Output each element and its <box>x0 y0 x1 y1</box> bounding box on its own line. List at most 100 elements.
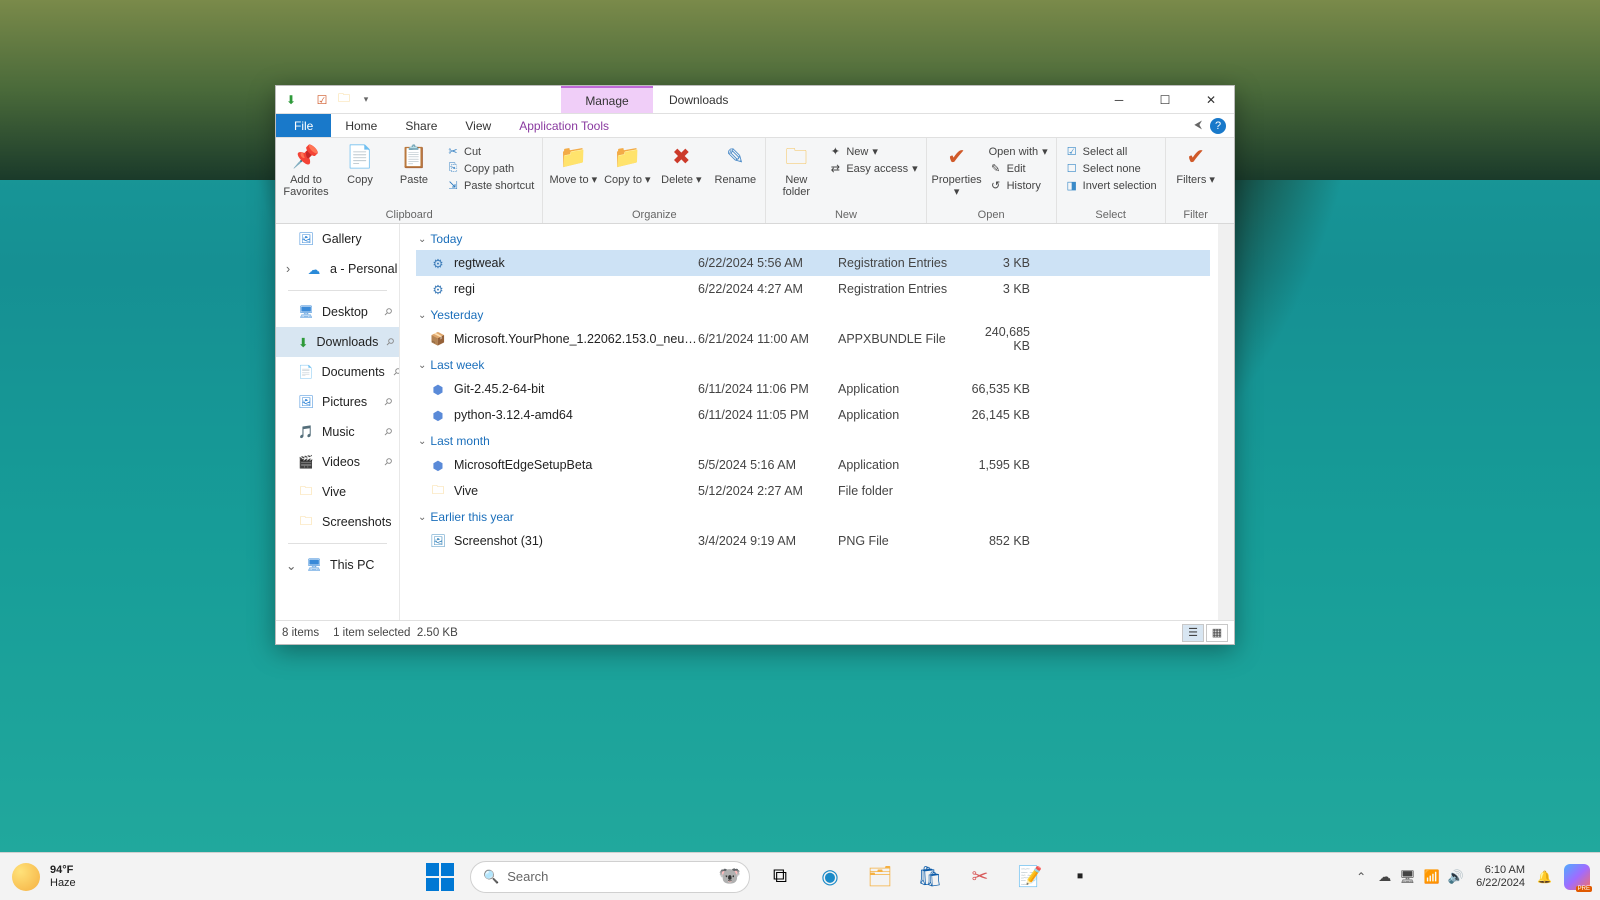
taskbar-app-notepad[interactable]: 📝 <box>1010 857 1050 897</box>
taskbar-clock[interactable]: 6:10 AM 6/22/2024 <box>1476 864 1525 889</box>
file-row[interactable]: ⚙regtweak6/22/2024 5:56 AMRegistration E… <box>416 250 1210 276</box>
cut-button[interactable]: ✂Cut <box>444 144 536 159</box>
minimize-button[interactable]: ─ <box>1096 86 1142 113</box>
taskbar-app-terminal[interactable]: ▪ <box>1060 857 1100 897</box>
onedrive-tray-icon[interactable]: ☁ <box>1378 869 1391 885</box>
paste-shortcut-button[interactable]: ⇲Paste shortcut <box>444 178 536 193</box>
taskbar-app-edge[interactable]: ◉ <box>810 857 850 897</box>
file-size: 3 KB <box>968 256 1038 270</box>
properties-button[interactable]: ✔Properties ▾ <box>933 142 981 198</box>
file-group-header[interactable]: ⌄Today <box>416 226 1210 250</box>
thumbnails-view-button[interactable]: ▦ <box>1206 624 1228 642</box>
sidebar-item-videos[interactable]: 🎬Videos⚲ <box>276 447 399 477</box>
weather-temp: 94°F <box>50 864 76 877</box>
search-box[interactable]: 🔍 Search 🐨 <box>470 861 750 893</box>
file-row[interactable]: 📦 Microsoft.YourPhone_1.22062.153.0_neutr… <box>416 326 1210 352</box>
file-list[interactable]: ⌄Today⚙regtweak6/22/2024 5:56 AMRegistra… <box>400 224 1218 620</box>
delete-icon: ✖ <box>666 142 696 172</box>
context-tab-manage[interactable]: Manage <box>561 86 653 113</box>
taskbar-app-snip[interactable]: ✂ <box>960 857 1000 897</box>
sidebar-item-vive[interactable]: 🗀Vive <box>276 477 399 507</box>
wifi-tray-icon[interactable]: 📶 <box>1424 869 1440 885</box>
details-view-button[interactable]: ☰ <box>1182 624 1204 642</box>
copy-button[interactable]: 📄 Copy <box>336 142 384 186</box>
copilot-button[interactable] <box>1564 864 1590 890</box>
file-group-header[interactable]: ⌄Last month <box>416 428 1210 452</box>
file-row[interactable]: 🖼Screenshot (31)3/4/2024 9:19 AMPNG File… <box>416 528 1210 554</box>
maximize-button[interactable]: ☐ <box>1142 86 1188 113</box>
tab-application-tools[interactable]: Application Tools <box>505 114 623 137</box>
properties-icon[interactable]: ☑ <box>313 91 331 109</box>
new-item-button[interactable]: ✦New ▾ <box>826 144 919 159</box>
close-button[interactable]: ✕ <box>1188 86 1234 113</box>
sidebar-item-this-pc[interactable]: ⌄🖥This PC <box>276 550 399 580</box>
file-row[interactable]: 🗀Vive5/12/2024 2:27 AMFile folder <box>416 478 1210 504</box>
copy-path-button[interactable]: ⎘Copy path <box>444 161 536 176</box>
qat-dropdown-icon[interactable]: ▾ <box>357 91 375 109</box>
tab-view[interactable]: View <box>451 114 505 137</box>
sidebar-item-screenshots[interactable]: 🗀Screenshots <box>276 507 399 537</box>
scrollbar[interactable] <box>1218 224 1234 620</box>
file-type: APPXBUNDLE File <box>838 332 968 346</box>
tab-file[interactable]: File <box>276 114 331 137</box>
rename-button[interactable]: ✎Rename <box>711 142 759 186</box>
pin-to-favorites-button[interactable]: 📌 Add to Favorites <box>282 142 330 198</box>
sidebar-item-gallery[interactable]: 🖼Gallery <box>276 224 399 254</box>
sidebar-item-pictures[interactable]: 🖼Pictures⚲ <box>276 387 399 417</box>
file-name: regtweak <box>454 256 698 270</box>
folder-icon[interactable]: 🗀 <box>335 91 353 109</box>
taskbar-widgets[interactable]: 94°F Haze <box>0 863 200 891</box>
file-group-header[interactable]: ⌄Yesterday <box>416 302 1210 326</box>
volume-tray-icon[interactable]: 🔊 <box>1448 869 1464 885</box>
taskbar-app-store[interactable]: 🛍 <box>910 857 950 897</box>
filters-button[interactable]: ✔Filters ▾ <box>1172 142 1220 186</box>
battery-tray-icon[interactable]: 🖥 <box>1399 869 1416 885</box>
select-none-button[interactable]: ☐Select none <box>1063 161 1159 176</box>
move-to-button[interactable]: 📁Move to ▾ <box>549 142 597 186</box>
copy-to-button[interactable]: 📁Copy to ▾ <box>603 142 651 186</box>
edit-button[interactable]: ✎Edit <box>987 161 1050 176</box>
task-view-button[interactable]: ⧉ <box>760 857 800 897</box>
easy-access-button[interactable]: ⇄Easy access ▾ <box>826 161 919 176</box>
sidebar-item-music[interactable]: 🎵Music⚲ <box>276 417 399 447</box>
minimize-ribbon-icon[interactable]: ⮜ <box>1194 119 1202 132</box>
tray-chevron-icon[interactable]: ⌃ <box>1356 870 1366 884</box>
tab-home[interactable]: Home <box>331 114 391 137</box>
nav-pane: 🖼Gallery ›☁a - Personal 🖥Desktop⚲ ⬇Downl… <box>276 224 400 620</box>
file-name: Vive <box>454 484 698 498</box>
pin-icon: ⚲ <box>381 396 394 409</box>
sidebar-item-desktop[interactable]: 🖥Desktop⚲ <box>276 297 399 327</box>
sidebar-item-downloads[interactable]: ⬇Downloads⚲ <box>276 327 399 357</box>
file-group-header[interactable]: ⌄Earlier this year <box>416 504 1210 528</box>
file-row[interactable]: ⬢MicrosoftEdgeSetupBeta5/5/2024 5:16 AMA… <box>416 452 1210 478</box>
history-button[interactable]: ↺History <box>987 178 1050 193</box>
file-row[interactable]: ⬢Git-2.45.2-64-bit6/11/2024 11:06 PMAppl… <box>416 376 1210 402</box>
file-date: 6/11/2024 11:05 PM <box>698 408 838 422</box>
file-name: Microsoft.YourPhone_1.22062.153.0_neutra… <box>454 332 698 346</box>
new-folder-button[interactable]: 🗀New folder <box>772 142 820 198</box>
file-group-header[interactable]: ⌄Last week <box>416 352 1210 376</box>
help-icon[interactable]: ? <box>1210 118 1226 134</box>
desktop-icon: 🖥 <box>298 304 314 320</box>
start-button[interactable] <box>420 857 460 897</box>
shortcut-icon: ⇲ <box>446 179 460 192</box>
open-with-button[interactable]: Open with ▾ <box>987 144 1050 159</box>
delete-button[interactable]: ✖Delete ▾ <box>657 142 705 186</box>
search-mascot-icon: 🐨 <box>719 866 741 887</box>
select-all-button[interactable]: ☑Select all <box>1063 144 1159 159</box>
sidebar-item-documents[interactable]: 📄Documents⚲ <box>276 357 399 387</box>
copy-to-icon: 📁 <box>612 142 642 172</box>
file-row[interactable]: ⬢python-3.12.4-amd646/11/2024 11:05 PMAp… <box>416 402 1210 428</box>
file-type-icon: ⬢ <box>428 382 448 397</box>
paste-button[interactable]: 📋 Paste <box>390 142 438 186</box>
invert-selection-button[interactable]: ◨Invert selection <box>1063 178 1159 193</box>
taskbar-app-explorer[interactable]: 🗂 <box>860 857 900 897</box>
ribbon: 📌 Add to Favorites 📄 Copy 📋 Paste ✂Cut ⎘… <box>276 138 1234 224</box>
tab-share[interactable]: Share <box>391 114 451 137</box>
file-type-icon: 📦 <box>428 332 448 347</box>
notifications-icon[interactable]: 🔔 <box>1537 870 1552 884</box>
sidebar-item-onedrive[interactable]: ›☁a - Personal <box>276 254 399 284</box>
search-icon: 🔍 <box>483 869 499 885</box>
search-placeholder: Search <box>507 869 548 884</box>
file-row[interactable]: ⚙regi6/22/2024 4:27 AMRegistration Entri… <box>416 276 1210 302</box>
